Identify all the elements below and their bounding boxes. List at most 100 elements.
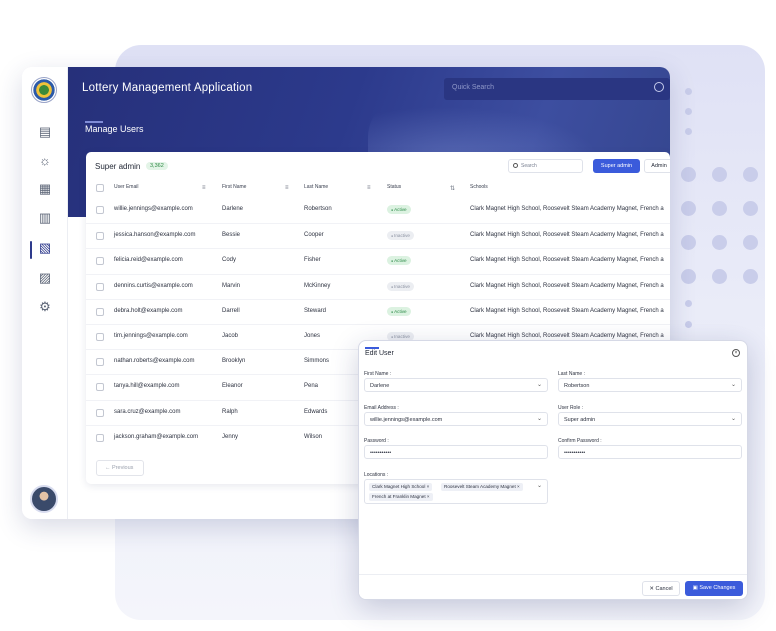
sidebar-gear-icon[interactable]: ⚙ <box>36 298 54 316</box>
cell-last-name: McKinney <box>304 282 331 289</box>
cell-schools: Clark Magnet High School, Roosevelt Stea… <box>470 282 664 289</box>
location-chip[interactable]: Roosevelt Steam Academy Magnet × <box>441 483 523 491</box>
first-name-label: First Name : <box>364 371 392 377</box>
filter-icon[interactable]: ≡ <box>285 185 289 191</box>
row-checkbox[interactable] <box>96 206 104 214</box>
cell-email: sara.cruz@example.com <box>114 408 181 415</box>
cell-last-name: Wilson <box>304 433 323 440</box>
last-name-label: Last Name : <box>558 371 585 377</box>
school-logo <box>31 77 57 103</box>
decorative-dot <box>742 200 758 216</box>
locations-multiselect[interactable]: Clark Magnet High School × Roosevelt Ste… <box>364 479 548 504</box>
modal-title-underline <box>365 347 379 349</box>
row-checkbox[interactable] <box>96 433 104 442</box>
status-text: Active <box>394 258 407 264</box>
location-chip[interactable]: Clark Magnet High School × <box>369 483 433 491</box>
row-checkbox[interactable] <box>96 257 104 266</box>
sidebar-document-user-icon[interactable]: ▨ <box>36 269 54 287</box>
close-icon[interactable]: × <box>517 484 520 489</box>
user-role-label: User Role : <box>558 405 584 411</box>
edit-user-modal: Edit User × First Name : Darlene ⌄ Last … <box>358 340 748 600</box>
password-field[interactable]: ••••••••••• <box>364 445 548 459</box>
quick-search-placeholder: Quick Search <box>452 84 495 91</box>
col-status[interactable]: Status <box>387 184 401 190</box>
last-name-field[interactable]: Robertson ⌄ <box>558 378 742 392</box>
close-icon[interactable]: × <box>427 494 430 499</box>
cell-first-name: Jacob <box>222 333 239 339</box>
sidebar-calendar-icon[interactable]: ▦ <box>36 180 54 198</box>
cell-last-name: Jones <box>304 333 321 339</box>
status-badge: ● Active <box>387 205 411 214</box>
admin-tab[interactable]: Admin <box>644 159 670 173</box>
active-indicator <box>30 241 32 259</box>
modal-title: Edit User <box>365 350 394 357</box>
cell-first-name: Jenny <box>222 433 239 440</box>
save-label: Save Changes <box>699 585 736 591</box>
first-name-field[interactable]: Darlene ⌄ <box>364 378 548 392</box>
panel-search-input[interactable]: Search <box>508 159 583 173</box>
panel-title: Super admin <box>95 162 141 171</box>
cell-last-name: Edwards <box>304 408 328 415</box>
cell-first-name: Eleanor <box>222 383 243 390</box>
status-text: Inactive <box>394 283 410 289</box>
status-badge: ● Inactive <box>387 231 414 241</box>
user-role-select[interactable]: Super admin ⌄ <box>558 412 742 426</box>
row-checkbox[interactable] <box>96 282 104 291</box>
row-checkbox[interactable] <box>96 358 104 367</box>
col-email[interactable]: User Email <box>114 184 138 190</box>
status-badge: ● Active <box>387 306 411 316</box>
super-admin-tab[interactable]: Super admin <box>593 159 640 173</box>
row-checkbox[interactable] <box>96 408 104 417</box>
close-icon[interactable]: × <box>732 349 740 357</box>
table-row[interactable]: willie.jennings@example.com Darlene Robert… <box>86 198 670 223</box>
status-text: Active <box>394 207 407 212</box>
previous-button[interactable]: ← Previous <box>96 460 144 476</box>
sidebar-sun-icon[interactable]: ☼ <box>36 151 54 169</box>
table-row[interactable]: jessica.hanson@example.com Bessie Cooper ● … <box>86 223 670 248</box>
cancel-button[interactable]: ✕ Cancel <box>642 581 680 596</box>
confirm-password-label: Confirm Password : <box>558 438 602 444</box>
status-badge: ● Active <box>387 256 411 266</box>
row-checkbox[interactable] <box>96 383 104 392</box>
decorative-dot <box>680 234 696 250</box>
decorative-dot <box>711 268 727 284</box>
title-underline <box>85 121 103 123</box>
confirm-password-field[interactable]: ••••••••••• <box>558 445 742 459</box>
locations-label: Locations : <box>364 472 389 478</box>
quick-search-input[interactable]: Quick Search <box>444 78 670 100</box>
table-row[interactable]: felicia.reid@example.com Cody Fisher ● Acti… <box>86 248 670 273</box>
row-checkbox[interactable] <box>96 232 104 241</box>
cell-first-name: Darlene <box>222 206 244 212</box>
sort-icon[interactable]: ⇅ <box>450 185 455 192</box>
sidebar-book-icon[interactable]: ▤ <box>36 123 54 141</box>
email-label: Email Address : <box>364 405 399 411</box>
sidebar-users-doc-icon[interactable]: ▧ <box>36 239 54 257</box>
decorative-dot <box>711 200 727 216</box>
cell-email: jessica.hanson@example.com <box>114 232 196 239</box>
col-schools[interactable]: Schools <box>470 184 488 190</box>
cell-schools: Clark Magnet High School, Roosevelt Stea… <box>470 232 664 239</box>
cell-email: nathan.roberts@example.com <box>114 358 195 365</box>
email-field[interactable]: willie.jennings@example.com ⌄ <box>364 412 548 426</box>
col-last-name[interactable]: Last Name <box>304 184 328 190</box>
confirm-password-value: ••••••••••• <box>564 450 586 456</box>
email-value: willie.jennings@example.com <box>370 417 443 423</box>
decorative-dot <box>684 107 692 115</box>
filter-icon[interactable]: ≡ <box>202 185 206 191</box>
col-first-name[interactable]: First Name <box>222 184 246 190</box>
table-row[interactable]: debra.holt@example.com Darrell Steward ● Ac… <box>86 298 670 324</box>
cell-first-name: Bessie <box>222 232 241 239</box>
select-all-checkbox[interactable] <box>96 184 104 192</box>
filter-icon[interactable]: ≡ <box>367 185 371 191</box>
save-changes-button[interactable]: ▣ Save Changes <box>685 581 743 596</box>
table-row[interactable]: dennins.curtis@example.com Marvin McKinney… <box>86 273 670 299</box>
close-icon[interactable]: × <box>427 484 430 489</box>
cell-email: tim.jennings@example.com <box>114 333 188 339</box>
decorative-dot <box>680 200 696 216</box>
sidebar-clipboard-icon[interactable]: ▥ <box>36 209 54 227</box>
location-chip[interactable]: French at Franklin Magnet × <box>369 493 433 501</box>
avatar[interactable] <box>30 485 58 513</box>
cell-email: debra.holt@example.com <box>114 307 183 314</box>
row-checkbox[interactable] <box>96 333 104 341</box>
row-checkbox[interactable] <box>96 307 104 316</box>
